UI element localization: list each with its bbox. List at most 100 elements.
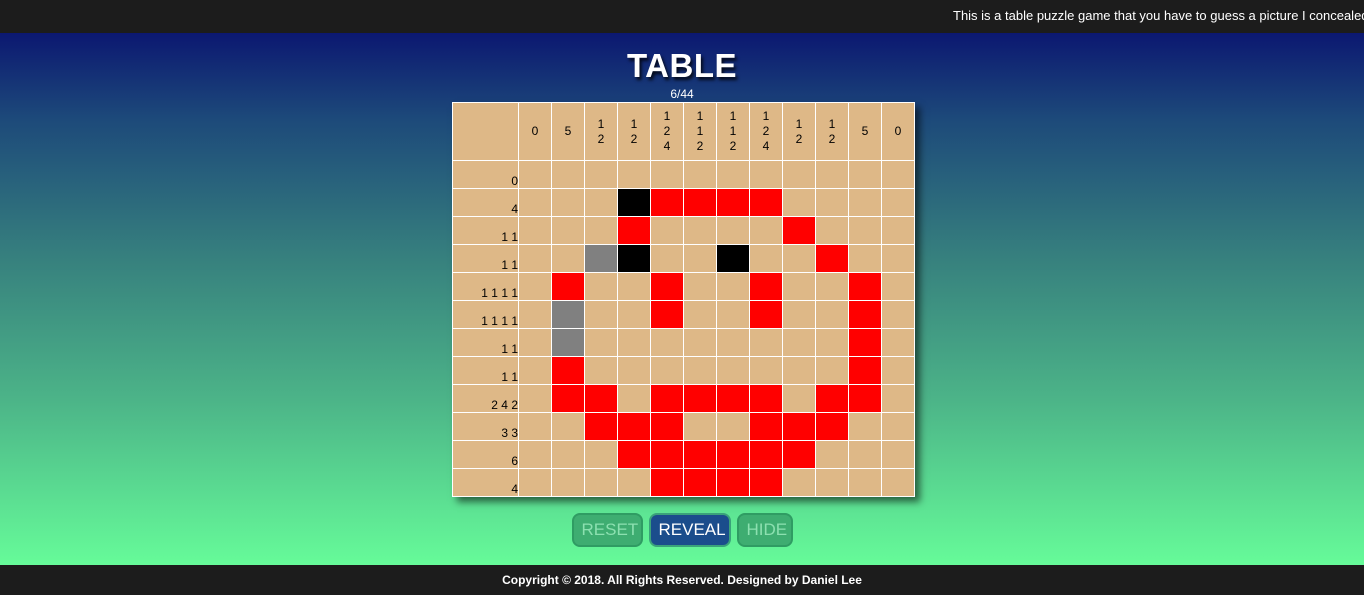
board-cell-empty[interactable]: [617, 300, 651, 329]
board-cell-empty[interactable]: [584, 216, 618, 245]
board-cell-filled[interactable]: [683, 188, 717, 217]
board-cell-filled[interactable]: [716, 384, 750, 413]
board-cell-empty[interactable]: [650, 356, 684, 385]
board-cell-empty[interactable]: [650, 244, 684, 273]
board-cell-empty[interactable]: [551, 244, 585, 273]
board-cell-filled[interactable]: [848, 384, 882, 413]
board-cell-empty[interactable]: [782, 300, 816, 329]
board-cell-empty[interactable]: [782, 356, 816, 385]
board-cell-empty[interactable]: [584, 160, 618, 189]
board-cell-empty[interactable]: [551, 468, 585, 497]
board-cell-empty[interactable]: [848, 412, 882, 441]
board-cell-empty[interactable]: [881, 328, 915, 357]
board-cell-filled[interactable]: [782, 440, 816, 469]
board-cell-empty[interactable]: [584, 468, 618, 497]
board-cell-empty[interactable]: [782, 244, 816, 273]
board-cell-filled[interactable]: [848, 356, 882, 385]
board-cell-empty[interactable]: [881, 412, 915, 441]
board-cell-filled[interactable]: [551, 384, 585, 413]
board-cell-filled[interactable]: [782, 216, 816, 245]
board-cell-empty[interactable]: [716, 272, 750, 301]
board-cell-filled[interactable]: [815, 244, 849, 273]
board-cell-empty[interactable]: [749, 160, 783, 189]
board-cell-empty[interactable]: [848, 440, 882, 469]
board-cell-empty[interactable]: [551, 412, 585, 441]
board-cell-empty[interactable]: [551, 160, 585, 189]
board-cell-empty[interactable]: [683, 300, 717, 329]
board-cell-empty[interactable]: [881, 356, 915, 385]
board-cell-empty[interactable]: [815, 188, 849, 217]
board-cell-empty[interactable]: [518, 328, 552, 357]
board-cell-empty[interactable]: [617, 356, 651, 385]
board-cell-empty[interactable]: [881, 468, 915, 497]
board-cell-empty[interactable]: [716, 160, 750, 189]
board-cell-empty[interactable]: [716, 300, 750, 329]
board-cell-empty[interactable]: [881, 216, 915, 245]
board-cell-empty[interactable]: [617, 160, 651, 189]
board-cell-filled[interactable]: [551, 272, 585, 301]
board-cell-filled[interactable]: [683, 440, 717, 469]
board-cell-filled[interactable]: [848, 272, 882, 301]
board-cell-empty[interactable]: [815, 328, 849, 357]
board-cell-gray[interactable]: [584, 244, 618, 273]
board-cell-empty[interactable]: [518, 216, 552, 245]
board-cell-filled[interactable]: [749, 272, 783, 301]
board-cell-empty[interactable]: [518, 300, 552, 329]
board-cell-empty[interactable]: [815, 468, 849, 497]
board-cell-empty[interactable]: [683, 160, 717, 189]
reveal-button[interactable]: REVEAL: [648, 513, 731, 547]
board-cell-filled[interactable]: [716, 440, 750, 469]
board-cell-empty[interactable]: [683, 356, 717, 385]
board-cell-empty[interactable]: [815, 300, 849, 329]
board-cell-empty[interactable]: [683, 216, 717, 245]
board-cell-empty[interactable]: [782, 188, 816, 217]
board-cell-filled[interactable]: [650, 272, 684, 301]
board-cell-empty[interactable]: [716, 328, 750, 357]
board-cell-empty[interactable]: [848, 160, 882, 189]
board-cell-filled[interactable]: [815, 412, 849, 441]
board-cell-black[interactable]: [617, 244, 651, 273]
board-cell-empty[interactable]: [518, 440, 552, 469]
board-cell-empty[interactable]: [683, 328, 717, 357]
board-cell-empty[interactable]: [848, 468, 882, 497]
board-cell-filled[interactable]: [749, 188, 783, 217]
board-cell-empty[interactable]: [716, 412, 750, 441]
board-cell-empty[interactable]: [848, 244, 882, 273]
board-cell-empty[interactable]: [881, 440, 915, 469]
board-cell-empty[interactable]: [848, 188, 882, 217]
board-cell-empty[interactable]: [584, 440, 618, 469]
board-cell-empty[interactable]: [617, 384, 651, 413]
board-cell-empty[interactable]: [551, 440, 585, 469]
board-cell-empty[interactable]: [782, 328, 816, 357]
board-cell-filled[interactable]: [551, 356, 585, 385]
board-cell-filled[interactable]: [749, 440, 783, 469]
board-cell-empty[interactable]: [749, 244, 783, 273]
board-cell-filled[interactable]: [650, 300, 684, 329]
board-cell-gray[interactable]: [551, 328, 585, 357]
board-cell-empty[interactable]: [782, 160, 816, 189]
board-cell-empty[interactable]: [881, 244, 915, 273]
board-cell-empty[interactable]: [782, 272, 816, 301]
board-cell-filled[interactable]: [716, 188, 750, 217]
board-cell-filled[interactable]: [617, 440, 651, 469]
board-cell-empty[interactable]: [518, 384, 552, 413]
board-cell-empty[interactable]: [815, 440, 849, 469]
board-cell-empty[interactable]: [683, 412, 717, 441]
reset-button[interactable]: RESET: [571, 513, 643, 547]
board-cell-filled[interactable]: [749, 300, 783, 329]
board-cell-empty[interactable]: [584, 272, 618, 301]
board-cell-empty[interactable]: [815, 356, 849, 385]
board-cell-filled[interactable]: [749, 468, 783, 497]
board-cell-empty[interactable]: [782, 384, 816, 413]
board-cell-empty[interactable]: [518, 188, 552, 217]
board-cell-filled[interactable]: [650, 440, 684, 469]
board-cell-empty[interactable]: [749, 356, 783, 385]
board-cell-empty[interactable]: [881, 384, 915, 413]
board-cell-empty[interactable]: [749, 216, 783, 245]
board-cell-empty[interactable]: [650, 328, 684, 357]
board-cell-empty[interactable]: [815, 160, 849, 189]
board-cell-empty[interactable]: [584, 328, 618, 357]
board-cell-empty[interactable]: [881, 300, 915, 329]
board-cell-empty[interactable]: [815, 216, 849, 245]
board-cell-empty[interactable]: [518, 160, 552, 189]
